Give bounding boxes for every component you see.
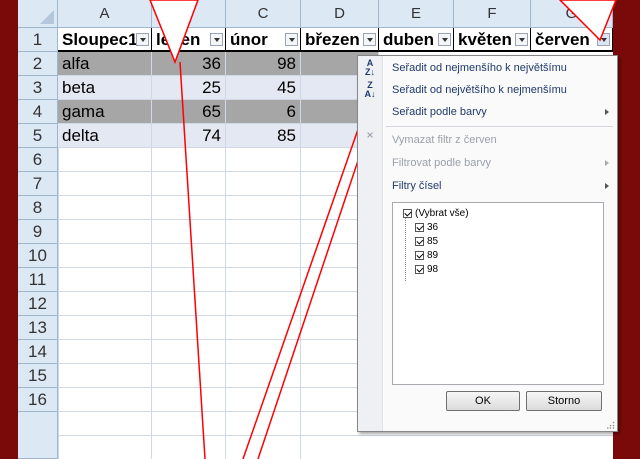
menu-icon-gutter xyxy=(358,56,383,431)
sort-by-color-item[interactable]: Seřadit podle barvy xyxy=(382,101,617,123)
filter-dropdown-button[interactable] xyxy=(438,33,451,46)
header-label: leden xyxy=(156,30,201,49)
row-header[interactable]: 6 xyxy=(18,148,58,172)
filter-dropdown-button[interactable] xyxy=(285,33,298,46)
header-label: březen xyxy=(305,30,360,49)
filter-dropdown-button[interactable] xyxy=(597,33,610,46)
row-header[interactable]: 4 xyxy=(18,100,58,124)
table-cell[interactable]: 6 xyxy=(226,100,301,124)
table-cell[interactable]: 98 xyxy=(226,52,301,76)
resize-grip-icon[interactable] xyxy=(607,421,615,429)
row-header[interactable]: 15 xyxy=(18,364,58,388)
number-filters-item[interactable]: Filtry čísel xyxy=(382,175,617,197)
sort-ascending-icon: A Z↓ xyxy=(365,58,375,77)
cancel-button[interactable]: Storno xyxy=(526,391,602,411)
sort-descending-item[interactable]: Seřadit od největšího k nejmenšímu xyxy=(382,79,617,101)
checkbox-checked-icon xyxy=(415,250,424,260)
header-label: květen xyxy=(458,30,512,49)
table-cell[interactable]: gama xyxy=(58,100,152,124)
row-header[interactable]: 13 xyxy=(18,316,58,340)
row-header-filler xyxy=(18,412,58,459)
sort-by-color-label: Seřadit podle barvy xyxy=(392,106,487,118)
table-cell[interactable]: 25 xyxy=(152,76,226,100)
checkbox-checked-icon xyxy=(415,236,424,246)
clear-filter-icon: ⨯ xyxy=(366,130,374,140)
column-header-c[interactable]: C xyxy=(226,0,301,28)
row-header[interactable]: 3 xyxy=(18,76,58,100)
table-cell[interactable]: alfa xyxy=(58,52,152,76)
row-header[interactable]: 9 xyxy=(18,220,58,244)
table-cell[interactable]: 85 xyxy=(226,124,301,148)
checkbox-label: 98 xyxy=(427,264,439,275)
select-all-checkbox[interactable]: (Vybrat vše) xyxy=(403,207,469,220)
row-header[interactable]: 1 xyxy=(18,28,58,52)
checkbox-checked-icon xyxy=(403,208,412,218)
filter-dropdown-button[interactable] xyxy=(515,33,528,46)
table-header-cell[interactable]: Sloupec1 xyxy=(58,28,152,52)
table-header-cell[interactable]: leden xyxy=(152,28,226,52)
row-header[interactable]: 7 xyxy=(18,172,58,196)
row-header[interactable]: 16 xyxy=(18,388,58,412)
checkbox-label: 89 xyxy=(427,250,439,261)
checkbox-checked-icon xyxy=(415,222,424,232)
table-cell[interactable]: 65 xyxy=(152,100,226,124)
empty-grid-columns xyxy=(225,148,226,459)
column-header-g[interactable]: G xyxy=(531,0,613,28)
empty-grid-columns xyxy=(151,148,152,459)
checkbox-label: (Vybrat vše) xyxy=(415,208,469,219)
header-label: únor xyxy=(230,30,268,49)
table-header-cell[interactable]: březen xyxy=(301,28,379,52)
row-header[interactable]: 10 xyxy=(18,244,58,268)
column-header-a[interactable]: A xyxy=(58,0,152,28)
autofilter-menu: A Z↓ Seřadit od nejmenšího k největšímu Z… xyxy=(357,55,618,432)
column-header-d[interactable]: D xyxy=(301,0,379,28)
sort-descending-icon: Z A↓ xyxy=(364,80,376,99)
row-header[interactable]: 5 xyxy=(18,124,58,148)
value-checkbox[interactable]: 36 xyxy=(415,221,438,234)
row-header[interactable]: 8 xyxy=(18,196,58,220)
sort-ascending-item[interactable]: Seřadit od nejmenšího k největšímu xyxy=(382,57,617,79)
clear-filter-item[interactable]: Vymazat filtr z červen xyxy=(382,129,617,151)
submenu-arrow-icon xyxy=(605,109,609,115)
table-cell[interactable]: beta xyxy=(58,76,152,100)
table-cell[interactable]: delta xyxy=(58,124,152,148)
row-header[interactable]: 14 xyxy=(18,340,58,364)
table-cell[interactable]: 74 xyxy=(152,124,226,148)
row-header[interactable]: 12 xyxy=(18,292,58,316)
row-header[interactable]: 11 xyxy=(18,268,58,292)
column-header-f[interactable]: F xyxy=(454,0,531,28)
table-cell[interactable]: 45 xyxy=(226,76,301,100)
table-header-cell[interactable]: červen xyxy=(531,28,613,52)
header-label: duben xyxy=(383,30,434,49)
filter-dropdown-button[interactable] xyxy=(210,33,223,46)
filter-dropdown-button[interactable] xyxy=(363,33,376,46)
filter-values-list[interactable]: (Vybrat vše) 36 85 89 98 xyxy=(392,202,604,385)
column-header-b[interactable]: B xyxy=(152,0,226,28)
filter-dropdown-button[interactable] xyxy=(136,33,149,46)
menu-separator xyxy=(386,126,613,127)
header-label: červen xyxy=(535,30,590,49)
table-header-cell[interactable]: únor xyxy=(226,28,301,52)
value-checkbox[interactable]: 89 xyxy=(415,249,438,262)
submenu-arrow-icon xyxy=(605,183,609,189)
row-header[interactable]: 2 xyxy=(18,52,58,76)
checkbox-label: 36 xyxy=(427,222,439,233)
tree-connector xyxy=(405,217,407,281)
table-header-cell[interactable]: květen xyxy=(454,28,531,52)
column-header-e[interactable]: E xyxy=(379,0,454,28)
select-all-corner[interactable] xyxy=(18,0,58,28)
value-checkbox[interactable]: 85 xyxy=(415,235,438,248)
filter-by-color-item[interactable]: Filtrovat podle barvy xyxy=(382,152,617,174)
checkbox-label: 85 xyxy=(427,236,439,247)
checkbox-checked-icon xyxy=(415,264,424,274)
header-label: Sloupec1 xyxy=(62,30,138,49)
submenu-arrow-icon xyxy=(605,160,609,166)
empty-grid-columns xyxy=(300,148,301,459)
table-cell[interactable]: 36 xyxy=(152,52,226,76)
filter-by-color-label: Filtrovat podle barvy xyxy=(392,157,492,169)
number-filters-label: Filtry čísel xyxy=(392,180,442,192)
table-header-cell[interactable]: duben xyxy=(379,28,454,52)
value-checkbox[interactable]: 98 xyxy=(415,263,438,276)
ok-button[interactable]: OK xyxy=(446,391,520,411)
